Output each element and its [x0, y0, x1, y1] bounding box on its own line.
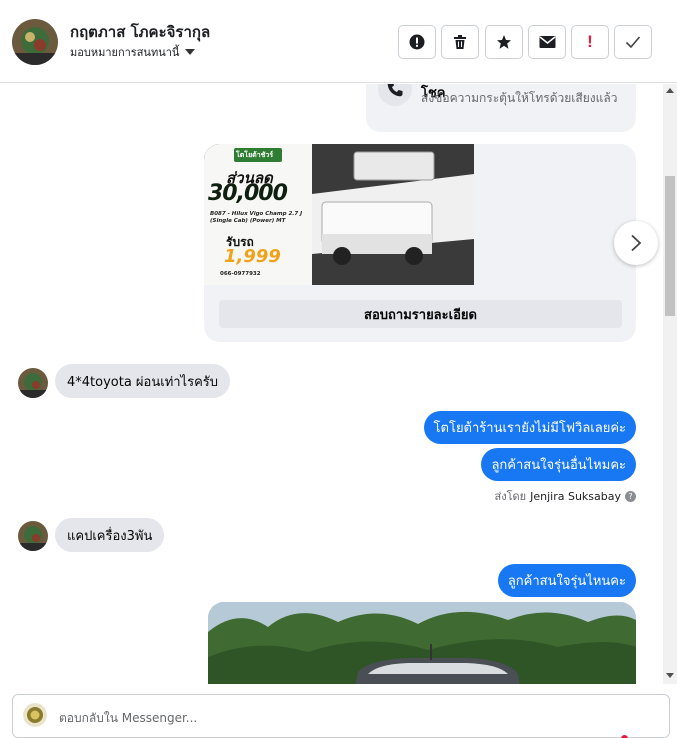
page-avatar [23, 703, 47, 727]
promo-badge: โตโยต้าชัวร์ [236, 151, 274, 159]
star-button[interactable] [485, 25, 523, 59]
price-value: 1,999 [224, 246, 281, 267]
sent-by-label: ส่งโดย Jenjira Suksabay ? [495, 487, 636, 505]
check-icon [625, 36, 641, 49]
mark-unread-button[interactable] [528, 25, 566, 59]
star-icon [497, 35, 511, 49]
info-icon[interactable]: ? [625, 490, 636, 502]
conversation-header: กฤตภาส โภคะจิรากุล มอบหมายการสนทนานี้ ! [0, 0, 677, 83]
message-outgoing: โตโยต้าร้านเรายังไม่มีโฟวิลเลยค่ะ [423, 411, 636, 444]
assign-label: มอบหมายการสนทนานี้ [70, 46, 180, 59]
sent-by-prefix: ส่งโดย [494, 490, 527, 503]
message-outgoing: ลูกค้าสนใจรุ่นไหนคะ [497, 564, 636, 597]
call-request-card: โทรหา ติดต่อเพื่อขอข้อมูลเพิ่มเติม โชค ส… [366, 84, 636, 132]
alert-circle-icon [409, 34, 425, 50]
contact-avatar-small [18, 368, 48, 398]
product-carousel-card: โตโยต้าชัวร์ ส่วนลด 30,000 B087 - Hilux … [204, 144, 636, 342]
product-model: B087 - Hilux Vigo Champ 2.7 J (Single Ca… [210, 211, 303, 224]
message-outgoing: ลูกค้าสนใจรุ่นอื่นไหมคะ [481, 448, 636, 481]
chevron-right-icon [631, 234, 642, 252]
message-thread[interactable]: โทรหา ติดต่อเพื่อขอข้อมูลเพิ่มเติม โชค ส… [0, 84, 663, 684]
promo-amount: 30,000 [208, 181, 288, 206]
product-image[interactable]: โตโยต้าชัวร์ ส่วนลด 30,000 B087 - Hilux … [204, 144, 474, 285]
message-incoming: แคปเครื่อง3พัน [55, 518, 165, 552]
mark-done-button[interactable] [614, 25, 652, 59]
contact-avatar[interactable] [12, 19, 58, 65]
contact-number: 066-0977932 [220, 271, 261, 277]
delete-button[interactable] [441, 25, 479, 59]
message-incoming: 4*4toyota ผ่อนเท่าไรครับ [55, 364, 231, 398]
ask-details-button[interactable]: สอบถามรายละเอียด [219, 300, 622, 328]
caret-down-icon [185, 49, 196, 55]
phone-icon [378, 84, 412, 106]
exclamation-icon: ! [587, 32, 593, 51]
envelope-icon [539, 36, 555, 48]
mark-spam-button[interactable] [398, 25, 436, 59]
contact-name[interactable]: กฤตภาส โภคะจิรากุล [70, 20, 210, 44]
scroll-down-icon[interactable] [666, 673, 674, 678]
reply-composer[interactable]: ตอบกลับใน Messenger... [12, 694, 670, 738]
carousel-next-button[interactable] [614, 221, 658, 265]
follow-up-button[interactable]: ! [571, 25, 609, 59]
sent-by-name: Jenjira Suksabay [530, 489, 621, 503]
thread-scrollbar[interactable] [663, 84, 677, 684]
contact-avatar-small [18, 521, 48, 551]
promo-overlay: โตโยต้าชัวร์ ส่วนลด 30,000 B087 - Hilux … [208, 147, 308, 282]
call-card-subtitle: ส่งข้อความกระตุ้นให้โทรด้วยเสียงแล้ว [421, 91, 618, 105]
assign-conversation-dropdown[interactable]: มอบหมายการสนทนานี้ [70, 43, 196, 61]
scroll-up-icon[interactable] [666, 88, 674, 93]
scrollbar-thumb[interactable] [665, 176, 675, 316]
reply-input[interactable]: ตอบกลับใน Messenger... [59, 709, 197, 728]
attached-photo[interactable] [208, 602, 636, 684]
trash-icon [454, 35, 466, 49]
